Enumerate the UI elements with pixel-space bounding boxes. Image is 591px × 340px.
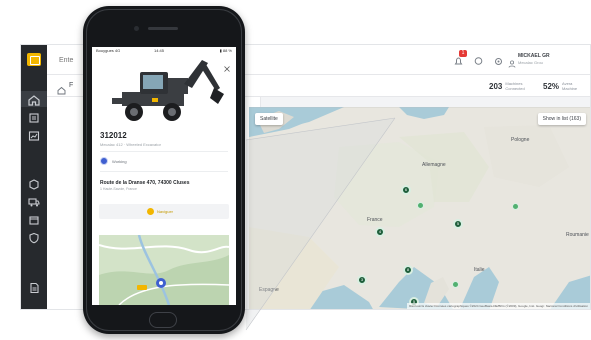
stat-machines-connected: 203 Machines Connected xyxy=(489,79,527,93)
divider xyxy=(100,171,228,172)
app-logo[interactable] xyxy=(27,53,41,66)
bell-icon[interactable]: 1 xyxy=(453,50,467,65)
breadcrumb-home-icon[interactable] xyxy=(57,82,66,95)
navigation-icon xyxy=(147,208,154,215)
close-icon[interactable] xyxy=(224,59,230,72)
stat-average: 52% Avera Machine xyxy=(543,79,584,93)
map-cluster[interactable]: 3 xyxy=(357,275,367,285)
fleet-map[interactable]: Satellite Show in list (163) Allemagne P… xyxy=(249,107,590,309)
map-label-france: France xyxy=(367,217,383,223)
chart-icon[interactable] xyxy=(27,129,41,141)
map-label-espagne: Espagne xyxy=(259,287,279,293)
chat-icon[interactable] xyxy=(473,54,484,65)
notification-badge: 1 xyxy=(459,50,467,57)
machine-subtitle: Mecalac 412 · Wheeled Excavator xyxy=(100,142,161,147)
battery-text: ▮ 88 % xyxy=(219,48,232,53)
truck-icon[interactable] xyxy=(27,195,41,207)
divider xyxy=(100,151,228,152)
map-cluster[interactable]: 6 xyxy=(401,185,411,195)
stat-label: Avera Machine xyxy=(562,81,578,91)
map-label-pologne: Pologne xyxy=(511,137,530,143)
map-cluster[interactable]: 5 xyxy=(453,219,463,229)
user-menu[interactable]: MICKAEL GR Mecalac Grou xyxy=(508,52,586,68)
status-text: Working xyxy=(112,158,127,164)
phone-screen: Bouygues 4G 14:45 ▮ 88 % 312012 Mecalac … xyxy=(92,47,236,305)
map-marker[interactable] xyxy=(452,281,459,288)
shield-icon[interactable] xyxy=(27,231,41,244)
excavator-image xyxy=(92,54,236,126)
stat-value: 52% xyxy=(543,81,560,91)
carrier-text: Bouygues 4G xyxy=(96,48,121,53)
location-mini-map[interactable] xyxy=(99,235,229,305)
user-company: Mecalac Grou xyxy=(518,60,543,65)
mini-map-drawing xyxy=(99,235,229,305)
satellite-toggle[interactable]: Satellite xyxy=(255,113,283,125)
map-label-allemagne: Allemagne xyxy=(422,162,446,168)
status-bar: Bouygues 4G 14:45 ▮ 88 % xyxy=(92,47,236,54)
machine-status: Working xyxy=(100,157,127,165)
settings-icon[interactable] xyxy=(493,54,504,65)
breadcrumb-label[interactable]: F xyxy=(69,82,73,89)
map-cluster[interactable]: 4 xyxy=(375,227,385,237)
status-time: 14:45 xyxy=(154,48,165,53)
calendar-icon[interactable] xyxy=(27,213,41,225)
user-icon xyxy=(508,55,516,68)
stage: 1 MICKAEL GR Mecalac Grou F xyxy=(0,0,591,340)
phone-device: Bouygues 4G 14:45 ▮ 88 % 312012 Mecalac … xyxy=(83,6,245,334)
camera-icon xyxy=(134,26,139,31)
show-in-list-button[interactable]: Show in list (163) xyxy=(537,113,586,125)
map-attribution: Raccourcis clavier Données cartographiqu… xyxy=(407,303,590,309)
status-dot-icon xyxy=(100,157,108,165)
map-label-roumanie: Roumanie xyxy=(566,232,589,238)
machine-id: 312012 xyxy=(100,131,127,140)
phone-home-button[interactable] xyxy=(149,312,177,328)
list-icon[interactable] xyxy=(27,111,41,123)
map-marker[interactable] xyxy=(512,203,519,210)
user-name: MICKAEL GR xyxy=(518,53,550,59)
stat-label: Machines Connected xyxy=(505,81,525,91)
top-icons: 1 xyxy=(453,50,504,65)
map-label-italie: Italie xyxy=(474,267,485,273)
navigate-button[interactable]: Naviguer xyxy=(99,204,229,219)
address-subtitle: 1 Haute-Savoie, France xyxy=(100,187,137,191)
machine-address: Route de la Dranse 470, 74300 Cluses xyxy=(100,180,190,186)
speaker xyxy=(148,27,178,30)
home-icon[interactable] xyxy=(21,91,47,107)
navigate-label: Naviguer xyxy=(157,209,174,214)
sidebar xyxy=(21,45,47,309)
map-cluster[interactable]: 8 xyxy=(403,265,413,275)
box-icon[interactable] xyxy=(27,177,41,190)
document-icon[interactable] xyxy=(27,281,41,294)
stat-value: 203 xyxy=(489,81,503,91)
map-marker[interactable] xyxy=(417,202,424,209)
